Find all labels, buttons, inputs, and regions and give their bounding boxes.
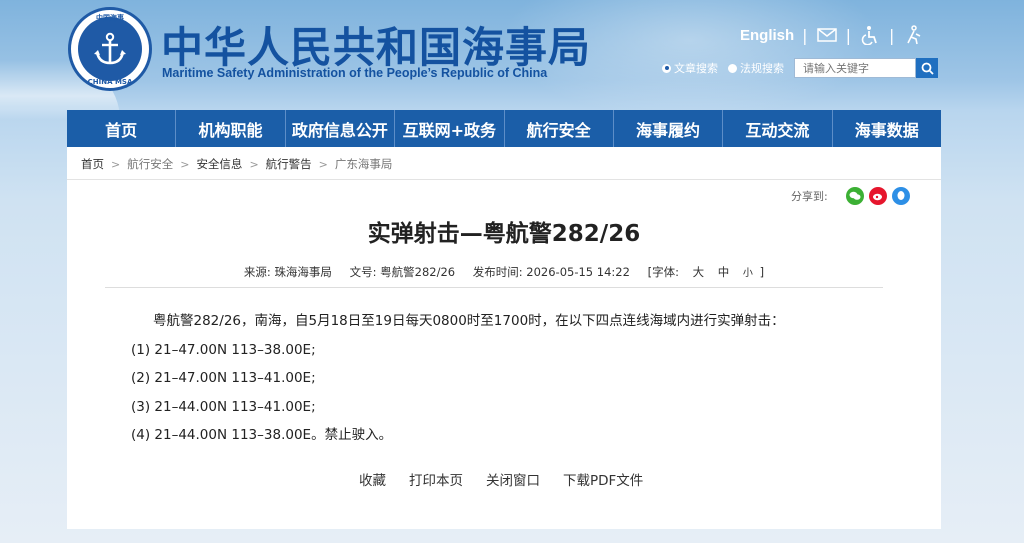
nav-functions[interactable]: 机构职能 — [176, 110, 286, 147]
coordinate-line: (1) 21–47.00N 113–38.00E; — [131, 341, 316, 358]
english-link[interactable]: English — [740, 27, 794, 44]
radio-article-search[interactable]: 文章搜索 — [662, 60, 718, 76]
font-large-button[interactable]: 大 — [693, 265, 705, 279]
font-small-button[interactable]: 小 — [743, 268, 753, 279]
share-bar: 分享到: — [791, 187, 915, 205]
favorite-button[interactable]: 收藏 — [359, 469, 386, 489]
breadcrumb-separator: > — [111, 157, 121, 171]
breadcrumb-divider — [67, 179, 941, 180]
qq-icon[interactable] — [891, 187, 910, 205]
coordinate-line: (4) 21–44.00N 113–38.00E。禁止驶入。 — [131, 427, 393, 443]
breadcrumb-separator: > — [180, 157, 190, 171]
top-links: English | | | — [740, 24, 924, 46]
elder-mode-icon[interactable] — [902, 24, 924, 46]
coordinate-line: (2) 21–47.00N 113–41.00E; — [131, 370, 316, 386]
wechat-icon[interactable] — [845, 187, 864, 205]
search-input[interactable] — [794, 58, 916, 78]
radio-law-label: 法规搜索 — [740, 62, 784, 75]
article-title: 实弹射击—粤航警282/26 — [367, 221, 641, 247]
article-card: 首页 > 航行安全 > 安全信息 > 航行警告 > 广东海事局 分享到: 实弹射… — [67, 147, 941, 529]
font-size-label: [字体: — [647, 265, 679, 279]
nav-convention[interactable]: 海事履约 — [614, 110, 724, 147]
radio-law-search[interactable]: 法规搜索 — [728, 60, 784, 76]
breadcrumb-separator: > — [249, 157, 259, 171]
divider: | — [888, 25, 895, 45]
close-window-button[interactable]: 关闭窗口 — [486, 469, 540, 489]
nav-gov-info[interactable]: 政府信息公开 — [286, 110, 396, 147]
breadcrumb-home[interactable]: 首页 — [81, 156, 104, 172]
nav-data[interactable]: 海事数据 — [833, 110, 941, 147]
breadcrumb-safety-info[interactable]: 安全信息 — [196, 156, 242, 172]
anchor-icon — [78, 17, 142, 81]
radio-dot-unchecked — [728, 63, 737, 73]
divider: | — [845, 25, 851, 45]
accessibility-icon[interactable] — [859, 24, 881, 46]
article-actions: 收藏 打印本页 关闭窗口 下载PDF文件 — [359, 469, 666, 489]
share-label: 分享到: — [791, 190, 828, 203]
msa-logo[interactable]: 中国海事 CHINA MSA — [68, 7, 152, 91]
site-title-english: Maritime Safety Administration of the Pe… — [162, 66, 548, 80]
print-button[interactable]: 打印本页 — [409, 469, 463, 489]
publish-time-label: 发布时间: — [472, 265, 523, 279]
source-label: 来源: — [243, 265, 271, 279]
meta-divider — [105, 287, 883, 288]
source-value: 珠海海事局 — [274, 265, 332, 279]
site-header: 中国海事 CHINA MSA 中华人民共和国海事局 Maritime Safet… — [0, 0, 1024, 110]
breadcrumb-navigation-safety[interactable]: 航行安全 — [127, 156, 173, 172]
nav-interaction[interactable]: 互动交流 — [723, 110, 833, 147]
article-body: 粤航警282/26，南海，自5月18日至19日每天0800时至1700时，在以下… — [131, 307, 785, 450]
doc-number-label: 文号: — [349, 265, 377, 279]
weibo-icon[interactable] — [868, 187, 887, 205]
breadcrumb-separator: > — [318, 157, 328, 171]
nav-navigation-safety[interactable]: 航行安全 — [505, 110, 614, 147]
article-meta: 来源: 珠海海事局 文号: 粤航警282/26 发布时间: 2026-05-15… — [67, 264, 941, 280]
nav-home[interactable]: 首页 — [67, 110, 177, 147]
font-size-end: ] — [759, 265, 765, 279]
publish-time-value: 2026-05-15 14:22 — [526, 265, 630, 279]
font-medium-button[interactable]: 中 — [718, 265, 730, 279]
logo-bottom-text: CHINA MSA — [87, 78, 133, 86]
mail-icon[interactable] — [816, 24, 838, 46]
search-icon[interactable] — [916, 58, 938, 78]
breadcrumb-guangdong-msa[interactable]: 广东海事局 — [335, 156, 393, 172]
article-paragraph: 粤航警282/26，南海，自5月18日至19日每天0800时至1700时，在以下… — [153, 313, 785, 329]
download-pdf-button[interactable]: 下载PDF文件 — [563, 469, 643, 489]
doc-number-value: 粤航警282/26 — [380, 265, 456, 279]
radio-dot-checked — [662, 63, 671, 73]
breadcrumb-nav-warning[interactable]: 航行警告 — [266, 156, 312, 172]
main-nav: 首页 机构职能 政府信息公开 互联网+政务 航行安全 海事履约 互动交流 海事数… — [67, 110, 941, 147]
divider: | — [802, 25, 808, 45]
nav-internet-gov[interactable]: 互联网+政务 — [395, 110, 505, 147]
breadcrumb: 首页 > 航行安全 > 安全信息 > 航行警告 > 广东海事局 — [81, 156, 392, 172]
search-bar: 文章搜索 法规搜索 — [662, 58, 938, 78]
logo-top-text: 中国海事 — [96, 14, 124, 22]
radio-article-label: 文章搜索 — [674, 62, 718, 75]
coordinate-line: (3) 21–44.00N 113–41.00E; — [131, 398, 316, 415]
